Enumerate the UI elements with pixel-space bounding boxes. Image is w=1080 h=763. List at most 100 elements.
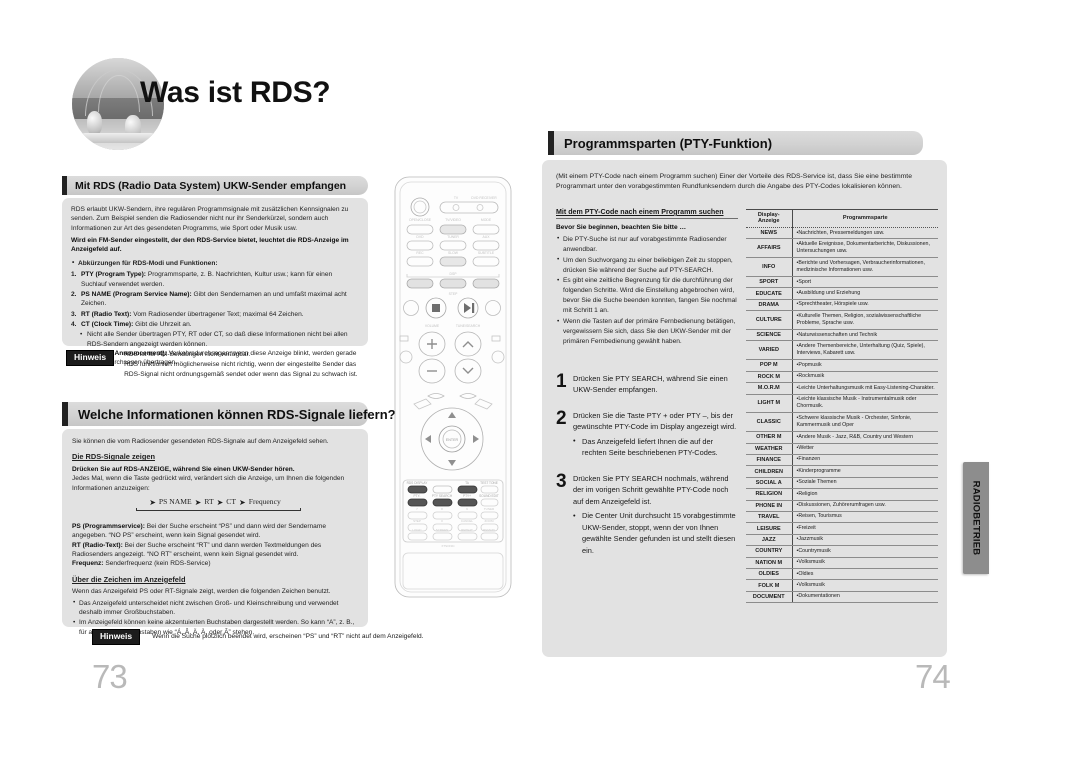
svg-text:LOGIC: LOGIC: [412, 528, 422, 532]
s1-item-2: 2. PS NAME (Program Service Name): Gibt d…: [71, 290, 359, 309]
s2-sub-heading-1: Die RDS-Signale zeigen: [72, 452, 155, 462]
pty-code: LIGHT M: [746, 394, 793, 414]
svg-text:CANCEL: CANCEL: [461, 519, 474, 523]
pty-desc: Aktuelle Ereignisse, Dokumentarberichte,…: [792, 238, 938, 259]
table-row: NATION MVolksmusik: [746, 557, 938, 570]
pty-code: EDUCATE: [746, 287, 793, 300]
right-before-bullet-4: Wenn die Tasten auf der primäre Fernbedi…: [556, 317, 738, 347]
svg-text:VOLUME: VOLUME: [425, 324, 440, 328]
pty-code: RELIGION: [746, 488, 793, 501]
section-heading-label: Mit RDS (Radio Data System) UKW-Sender e…: [75, 179, 347, 192]
right-intro: (Mit einem PTY-Code nach einem Programm …: [556, 173, 912, 190]
page-title-block: Was ist RDS?: [62, 58, 462, 150]
note-1-bullet-1: RDS ist für AM-Sendungen nicht verfügbar…: [124, 351, 251, 358]
svg-text:STEP: STEP: [413, 519, 421, 523]
pty-desc: Jazzmusik: [792, 534, 938, 547]
pty-code: AFFAIRS: [746, 238, 793, 259]
svg-text:SUBTITLE: SUBTITLE: [478, 251, 495, 255]
page-number-right: 74: [915, 658, 951, 695]
pty-desc: Andere Themenbereiche, Unterhaltung (Qui…: [792, 340, 938, 361]
s1-item-3: 3. RT (Radio Text): Vom Radiosender übert…: [71, 310, 359, 319]
pty-table-header-display: Display-Anzeige: [746, 209, 793, 228]
pty-steps-list: 1 Drücken Sie PTY SEARCH, während Sie ei…: [556, 372, 738, 569]
svg-text:ENTER: ENTER: [446, 438, 459, 442]
s1-bold-note: Wird ein FM-Sender eingestellt, der den …: [71, 237, 349, 254]
pty-table-header-programmsparte: Programmsparte: [792, 209, 938, 228]
table-row: FINANCEFinanzen: [746, 454, 938, 467]
pty-code: SOCIAL A: [746, 477, 793, 490]
pty-step-2-text: Drücken Sie die Taste PTY + oder PTY –, …: [573, 410, 737, 432]
table-row: PHONE INDiskussionen, Zuhörerumfragen us…: [746, 500, 938, 512]
flow-item-ps-name: PS NAME: [158, 497, 192, 507]
section-heading-programmsparten: Programmsparten (PTY-Funktion): [548, 131, 923, 155]
s1-item-2-num: 2.: [71, 290, 77, 298]
s1-abbrev-header: Abkürzungen für RDS-Modi und Funktionen:: [78, 259, 218, 267]
pty-step-3: 3 Drücken Sie PTY SEARCH nochmals, währe…: [556, 472, 738, 556]
s1-item-1: 1. PTY (Program Type): Programmsparte, z.…: [71, 270, 359, 289]
pty-desc: Soziale Themen: [792, 477, 938, 490]
table-row: CULTUREKulturelle Themen, Religion, sozi…: [746, 310, 938, 331]
table-row: OTHER MAndere Musik - Jazz, R&B, Country…: [746, 431, 938, 444]
pty-step-3-sub: Die Center Unit durchsucht 15 vorabgesti…: [573, 510, 738, 556]
right-before-bullet-2: Um den Suchvorgang zu einer beliebigen Z…: [556, 255, 738, 276]
svg-text:REC: REC: [416, 251, 424, 255]
s1-item-4: 4. CT (Clock Time): Gibt die Uhrzeit an.: [71, 320, 359, 329]
svg-text:PTY-: PTY-: [414, 494, 421, 498]
pty-code: FINANCE: [746, 454, 793, 467]
s2-intro: Sie können die vom Radiosender gesendete…: [72, 438, 329, 445]
svg-text:TUNER: TUNER: [484, 507, 495, 511]
svg-text:REPEAT: REPEAT: [461, 528, 473, 532]
pty-step-3-text: Drücken Sie PTY SEARCH nochmals, während…: [573, 473, 729, 506]
pty-code: JAZZ: [746, 534, 793, 547]
page-spread: Was ist RDS? Mit RDS (Radio Data System)…: [0, 0, 1080, 763]
pty-code: OLDIES: [746, 568, 793, 581]
panel-rds-empfangen: RDS erlaubt UKW-Sendern, ihre regulären …: [62, 198, 368, 366]
pty-desc: Kinderprogramme: [792, 465, 938, 478]
panel-rds-signale: Sie können die vom Radiosender gesendete…: [62, 429, 368, 636]
svg-text:TV/VIDEO: TV/VIDEO: [445, 218, 461, 222]
s2-para: Jedes Mal, wenn die Taste gedrückt wird,…: [72, 475, 345, 492]
table-row: INFOBerichte und Vorhersagen, Verbrauche…: [746, 257, 938, 278]
pty-desc: Sport: [792, 276, 938, 289]
svg-text:TV: TV: [454, 196, 459, 200]
pty-code: COUNTRY: [746, 545, 793, 558]
pty-desc: Countrymusik: [792, 545, 938, 558]
pty-code: FOLK M: [746, 579, 793, 592]
s2-sub-heading-2: Über die Zeichen im Anzeigefeld: [72, 574, 186, 584]
svg-text:AUX: AUX: [483, 235, 491, 239]
svg-text:SOUND EDIT: SOUND EDIT: [479, 494, 499, 498]
svg-text:XTSONIC: XTSONIC: [441, 544, 455, 548]
pty-desc: Andere Musik - Jazz, R&B, Country und We…: [792, 431, 938, 444]
pty-desc: Rockmusik: [792, 371, 938, 384]
side-tab-radiobetrieb: RADIOBETRIEB: [963, 462, 989, 574]
pty-desc: Leichte Unterhaltungsmusik mit Easy-List…: [792, 382, 938, 395]
remote-control-illustration: TV DVD RECEIVER OPEN/CLOSE TV/VIDEO MODE…: [392, 175, 514, 605]
note-2-bullet-1: Wenn die Suche plötzlich beendet wird, e…: [152, 632, 424, 640]
svg-text:SLOW: SLOW: [448, 251, 459, 255]
s1-item-3-num: 3.: [71, 310, 77, 318]
table-row: ROCK MRockmusik: [746, 371, 938, 384]
note-badge-2: Hinweis: [92, 629, 141, 645]
section-heading-label-2: Welche Informationen können RDS-Signale …: [78, 406, 396, 422]
svg-text:REMAIN: REMAIN: [483, 528, 495, 532]
pty-step-1-number: 1: [556, 371, 567, 392]
pty-step-2-number: 2: [556, 407, 567, 429]
pty-code: CHILDREN: [746, 465, 793, 478]
pty-desc: Volksmusik: [792, 579, 938, 592]
pty-code: LEISURE: [746, 522, 793, 535]
pty-desc: Dokumentationen: [792, 591, 938, 604]
s1-item-4-text: Gibt die Uhrzeit an.: [135, 320, 192, 328]
s2-def-3-text: Senderfrequenz (kein RDS-Service): [105, 560, 211, 568]
svg-text:TUNER: TUNER: [447, 235, 459, 239]
pty-desc: Oldies: [792, 568, 938, 581]
svg-text:DSP: DSP: [450, 272, 458, 276]
note-block-2: Hinweis Wenn die Suche plötzlich beendet…: [92, 629, 432, 645]
pty-step-2-sub: Das Anzeigefeld liefert Ihnen die auf de…: [573, 435, 738, 459]
flow-item-frequency: Frequency: [248, 497, 281, 507]
pty-desc: Sprechtheater, Hörspiele usw.: [792, 299, 938, 312]
rds-display-flow-diagram: ➤ PS NAME ➤ RT ➤ CT ➤ Frequency: [127, 496, 303, 519]
pty-code: OTHER M: [746, 431, 793, 444]
table-row: LEISUREFreizeit: [746, 522, 938, 535]
s1-sub-bullet: Nicht alle Sender übertragen PTY, RT ode…: [71, 330, 359, 349]
pty-step-1: 1 Drücken Sie PTY SEARCH, während Sie ei…: [556, 372, 738, 396]
